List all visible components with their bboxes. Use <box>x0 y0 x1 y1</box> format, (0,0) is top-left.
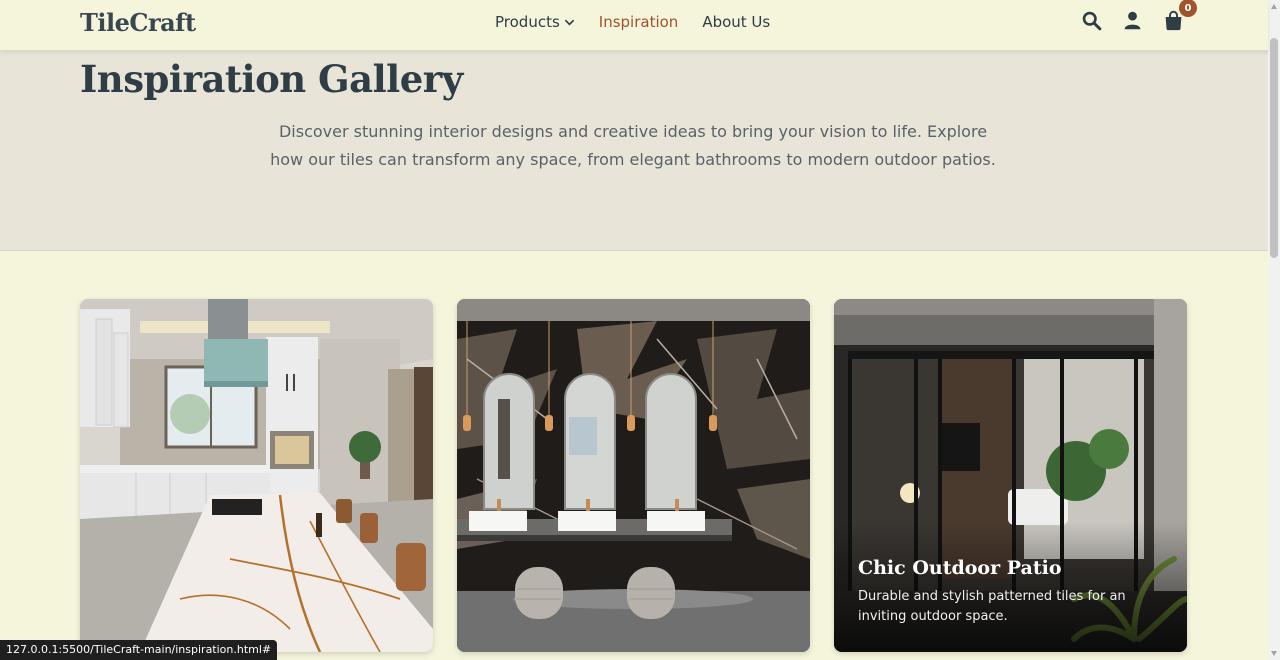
hero-section: Inspiration Gallery Discover stunning in… <box>0 51 1268 251</box>
nav-products-label: Products <box>495 13 560 31</box>
nav-icons: 0 <box>1081 0 1197 31</box>
gallery-card-kitchen[interactable] <box>80 299 433 652</box>
search-icon[interactable] <box>1081 10 1102 31</box>
card-description: Durable and stylish patterned tiles for … <box>858 589 1126 624</box>
card-title: Chic Outdoor Patio <box>858 557 1062 579</box>
nav-links: Products Inspiration About Us <box>495 13 770 31</box>
logo[interactable]: TileCraft <box>80 8 196 37</box>
bathroom-photo <box>457 299 810 652</box>
kitchen-photo <box>80 299 433 652</box>
scroll-down-arrow-icon[interactable] <box>1271 651 1277 656</box>
hero-description: Discover stunning interior designs and c… <box>270 122 996 169</box>
gallery-card-bathroom[interactable] <box>457 299 810 652</box>
user-icon[interactable] <box>1122 10 1143 31</box>
scroll-up-arrow-icon[interactable] <box>1271 4 1277 9</box>
navbar: TileCraft Products Inspiration About Us … <box>0 0 1268 51</box>
page-title: Inspiration Gallery <box>80 57 463 101</box>
nav-products[interactable]: Products <box>495 13 575 31</box>
nav-inspiration[interactable]: Inspiration <box>599 13 679 31</box>
chevron-down-icon <box>564 19 574 26</box>
nav-about-us[interactable]: About Us <box>702 13 770 31</box>
cart-count-badge: 0 <box>1179 0 1197 17</box>
page-scrollbar[interactable] <box>1268 0 1280 660</box>
scrollbar-thumb[interactable] <box>1270 38 1278 258</box>
status-bar-url: 127.0.0.1:5500/TileCraft-main/inspiratio… <box>0 640 278 660</box>
cart-button[interactable]: 0 <box>1163 0 1197 31</box>
gallery-card-outdoor-patio[interactable]: Chic Outdoor Patio Durable and stylish p… <box>834 299 1187 652</box>
